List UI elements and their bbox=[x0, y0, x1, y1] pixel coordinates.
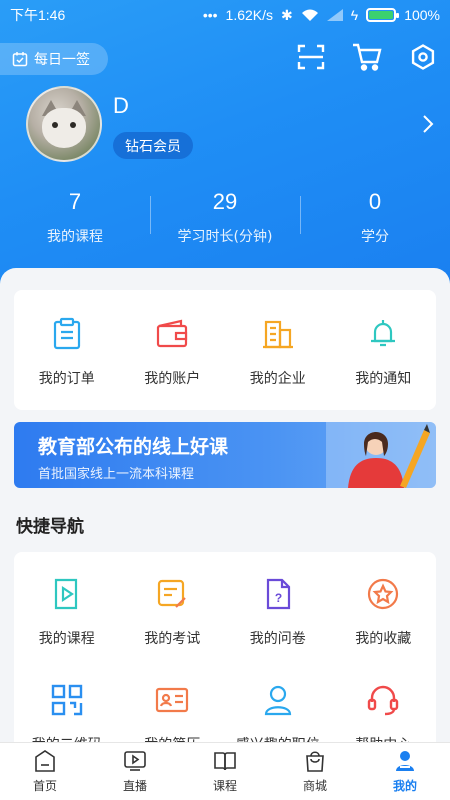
cart-button[interactable] bbox=[352, 42, 382, 72]
banner-subtitle: 首批国家线上一流本科课程 bbox=[38, 467, 195, 482]
settings-icon bbox=[411, 44, 435, 70]
live-icon bbox=[124, 751, 146, 771]
tab-shop[interactable]: 商城 bbox=[270, 743, 360, 800]
scan-button[interactable] bbox=[296, 42, 326, 72]
tab-profile[interactable]: 我的 bbox=[360, 743, 450, 800]
account-card: 我的订单 我的账户 我的企业 我的通知 bbox=[14, 290, 436, 410]
exam-icon bbox=[152, 574, 192, 614]
signal-icon bbox=[326, 9, 343, 21]
nav-item-help-center[interactable]: 帮助中心 bbox=[331, 680, 437, 743]
profile-icon bbox=[396, 751, 414, 771]
wifi-icon bbox=[301, 9, 318, 21]
bluetooth-icon: ✱ bbox=[281, 6, 293, 23]
stats-row: 7 我的课程 29 学习时长(分钟) 0 学分 bbox=[0, 186, 450, 246]
play-book-icon bbox=[47, 574, 87, 614]
scan-icon bbox=[297, 44, 325, 70]
grid-item-notifications[interactable]: 我的通知 bbox=[331, 314, 437, 388]
more-dots-icon: ••• bbox=[202, 7, 218, 23]
banner-title: 教育部公布的线上好课 bbox=[38, 436, 229, 458]
bell-icon bbox=[363, 314, 403, 354]
shop-icon bbox=[306, 751, 324, 772]
building-icon bbox=[258, 314, 298, 354]
battery-icon bbox=[366, 8, 400, 22]
nav-item-my-favorites[interactable]: 我的收藏 bbox=[331, 574, 437, 648]
qrcode-icon bbox=[47, 680, 87, 720]
charging-icon: ϟ bbox=[350, 7, 359, 23]
questionnaire-icon: ? bbox=[258, 574, 298, 614]
stat-credits[interactable]: 0 学分 bbox=[300, 186, 450, 246]
username: D bbox=[113, 93, 129, 118]
grid-item-account[interactable]: 我的账户 bbox=[120, 314, 226, 388]
content-sheet: 我的订单 我的账户 我的企业 我的通知 教育部公布的线上好课 首批国家线上一流本… bbox=[0, 268, 450, 743]
headset-icon bbox=[363, 680, 403, 720]
course-icon bbox=[214, 752, 236, 771]
nav-item-my-resume[interactable]: 我的简历 bbox=[120, 680, 226, 743]
order-icon bbox=[47, 314, 87, 354]
nav-item-my-questionnaire[interactable]: ? 我的问卷 bbox=[225, 574, 331, 648]
cart-icon bbox=[353, 43, 382, 71]
nav-item-my-qrcode[interactable]: 我的二维码 bbox=[14, 680, 120, 743]
status-time: 下午1:46 bbox=[10, 7, 66, 23]
tab-home[interactable]: 首页 bbox=[0, 743, 90, 800]
wallet-icon bbox=[152, 314, 192, 354]
nav-item-my-exams[interactable]: 我的考试 bbox=[120, 574, 226, 648]
daily-checkin-button[interactable]: 每日一签 bbox=[0, 43, 108, 75]
star-icon bbox=[363, 574, 403, 614]
network-speed: 1.62K/s bbox=[225, 7, 274, 23]
nav-item-my-courses[interactable]: 我的课程 bbox=[14, 574, 120, 648]
member-badge: 钻石会员 bbox=[113, 132, 193, 159]
nav-item-interested-positions[interactable]: 感兴趣的职位 bbox=[225, 680, 331, 743]
grid-item-orders[interactable]: 我的订单 bbox=[14, 314, 120, 388]
position-icon bbox=[258, 680, 298, 720]
settings-button[interactable] bbox=[408, 42, 438, 72]
resume-icon bbox=[152, 680, 192, 720]
tab-courses[interactable]: 课程 bbox=[180, 743, 270, 800]
teacher-illustration bbox=[326, 422, 436, 488]
bottom-tab-bar: 首页 直播 课程 商城 我的 bbox=[0, 742, 450, 800]
stat-courses[interactable]: 7 我的课程 bbox=[0, 186, 150, 246]
promo-banner[interactable]: 教育部公布的线上好课 首批国家线上一流本科课程 bbox=[14, 422, 436, 488]
svg-text:?: ? bbox=[275, 591, 282, 605]
status-bar: 下午1:46 ••• 1.62K/s ✱ ϟ 100% bbox=[0, 0, 450, 30]
user-avatar[interactable] bbox=[26, 86, 102, 162]
calendar-check-icon bbox=[12, 52, 28, 67]
checkin-label: 每日一签 bbox=[34, 52, 90, 68]
chevron-right-icon[interactable] bbox=[422, 114, 434, 134]
grid-item-enterprise[interactable]: 我的企业 bbox=[225, 314, 331, 388]
quick-nav-card: 我的课程 我的考试 ? 我的问卷 我的收藏 bbox=[14, 552, 436, 743]
quick-nav-title: 快捷导航 bbox=[16, 517, 84, 537]
battery-percent: 100% bbox=[404, 7, 440, 23]
home-icon bbox=[35, 750, 55, 772]
stat-study-time[interactable]: 29 学习时长(分钟) bbox=[150, 186, 300, 246]
tab-live[interactable]: 直播 bbox=[90, 743, 180, 800]
